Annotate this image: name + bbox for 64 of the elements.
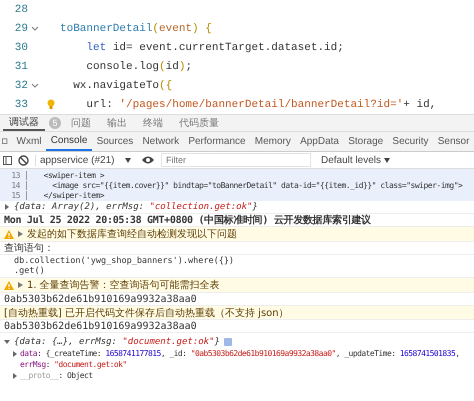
object-property[interactable]: data: {_createTime: 1658741177815, _id: "0ab5303b62de61b910169a9932a38aa0", _updateTime: 1658741501835, — [20, 349, 460, 358]
devtools-tab[interactable]: Memory — [250, 132, 296, 151]
levels-dropdown[interactable]: Default levels — [317, 154, 394, 166]
line-number: 29 — [14, 22, 28, 34]
source-line: <swiper-item > — [42, 170, 104, 180]
panel-tab[interactable]: 输出 — [101, 115, 133, 131]
collapsed-triangle-icon[interactable] — [12, 350, 18, 356]
fold-chevron-icon[interactable] — [31, 82, 39, 88]
line-number: 31 — [14, 60, 28, 72]
count-badge: 5 — [49, 117, 61, 129]
caret-icon — [384, 158, 390, 162]
collapsed-triangle-icon[interactable] — [12, 372, 18, 378]
log-message: Mon Jul 25 2022 20:05:38 GMT+0800 (中国标准时间) 云开发数据库索引建议 — [4, 213, 371, 227]
devtools-tab[interactable]: Sources — [92, 132, 138, 151]
eye-icon[interactable] — [141, 155, 155, 165]
inspect-icon[interactable] — [2, 137, 8, 146]
source-line: </swiper-item> — [42, 190, 104, 200]
devtools-tab[interactable]: AppData — [295, 132, 344, 151]
devtools-tab[interactable]: Network — [138, 132, 184, 151]
info-icon — [224, 338, 232, 346]
context-dropdown[interactable]: appservice (#21) — [35, 154, 135, 166]
caret-icon — [125, 158, 131, 162]
log-message: 0ab5303b62de61b910169a9932a38aa0 — [4, 294, 197, 304]
panel-tab[interactable]: 代码质量 — [173, 115, 225, 131]
line-number: 13 — [10, 170, 20, 180]
code-line: console.log(id); — [85, 60, 192, 72]
code-line: toBannerDetail(event) { — [60, 22, 212, 34]
warning-message: 发起的如下数据库查询经自动检测发现以下问题 — [27, 228, 237, 241]
collapsed-triangle-icon[interactable] — [4, 204, 10, 210]
line-number: 15 — [10, 190, 20, 200]
collapsed-triangle-icon[interactable] — [18, 282, 23, 288]
query-code: db.collection('ywg_shop_banners').where({}) .get() — [14, 256, 234, 276]
code-line: url: '/pages/home/bannerDetail/bannerDetail?id='+ id, — [85, 98, 436, 110]
object-preview[interactable]: {data: {…}, errMsg: "document.get:ok"} — [14, 337, 220, 347]
code-line: let id= event.currentTarget.dataset.id; — [85, 42, 344, 54]
expanded-triangle-icon[interactable] — [4, 339, 10, 345]
line-number: 14 — [10, 180, 20, 190]
line-number: 32 — [14, 80, 28, 92]
object-property[interactable]: __proto__: Object — [20, 371, 93, 380]
source-line: <image src="{{item.cover}}" bindtap="toBannerDetail" data-id="{{item._id}}" class="swiper-img"> — [51, 180, 462, 190]
line-number: 28 — [14, 4, 28, 16]
notice-message: [自动热重载] 已开启代码文件保存后自动热重载（不支持 json） — [4, 306, 289, 320]
warning-message: 1. 全量查询告警：空查询语句可能需扫全表 — [27, 278, 220, 292]
devtools-tab[interactable]: Storage — [344, 132, 388, 151]
devtools-tab[interactable]: Sensor — [433, 132, 474, 151]
line-number: 30 — [14, 42, 28, 54]
log-message: 0ab5303b62de61b910169a9932a38aa0 — [4, 320, 197, 332]
warning-icon — [4, 230, 14, 238]
devtools-tab[interactable]: Wxml — [12, 132, 46, 151]
line-number: 33 — [14, 98, 28, 110]
devtools-tab[interactable]: Security — [388, 132, 434, 151]
sidebar-toggle-icon[interactable] — [3, 156, 12, 164]
code-line: wx.navigateTo({ — [72, 80, 172, 92]
object-preview[interactable]: {data: Array(2), errMsg: "collection.get:ok"} — [14, 202, 258, 212]
filter-field[interactable]: Filter — [161, 153, 311, 167]
panel-tab[interactable]: 终端 — [137, 115, 169, 131]
log-message: 查询语句： — [4, 242, 54, 255]
object-property[interactable]: errMsg: "document.get:ok" — [20, 360, 127, 369]
collapsed-triangle-icon[interactable] — [18, 231, 23, 237]
clear-icon[interactable] — [18, 154, 29, 166]
fold-chevron-icon[interactable] — [31, 26, 39, 32]
warning-icon — [4, 280, 14, 290]
devtools-tab[interactable]: Performance — [184, 132, 250, 151]
panel-tab[interactable]: 问题 — [65, 115, 97, 131]
